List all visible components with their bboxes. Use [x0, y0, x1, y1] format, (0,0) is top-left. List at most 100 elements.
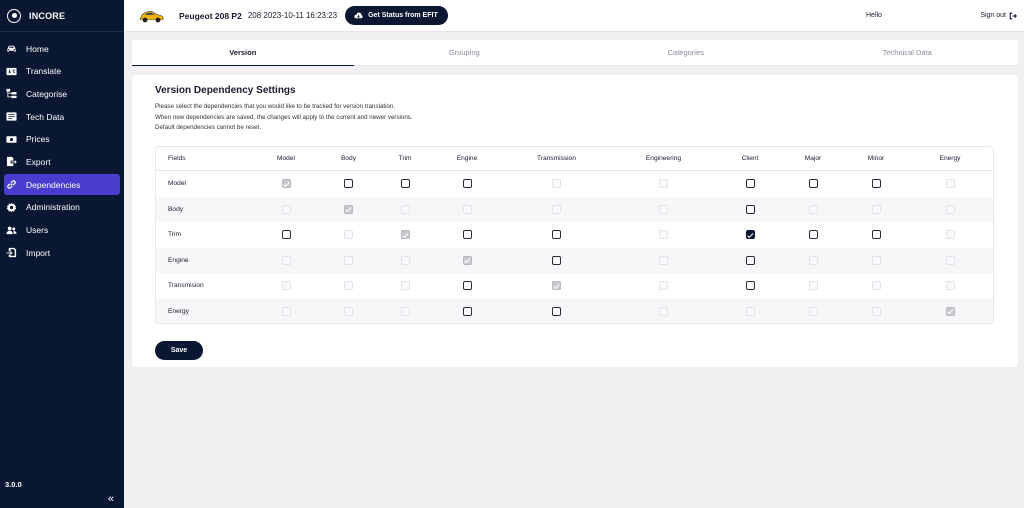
card-title: Version Dependency Settings [155, 85, 296, 96]
matrix-cell [719, 299, 781, 324]
app-version: 3.0.0 [5, 480, 22, 489]
matrix-cell [316, 197, 381, 223]
dependency-checkbox-energy-engineering [659, 306, 668, 316]
dependency-checkbox-trim-engineering [659, 230, 668, 240]
version-dependency-card: Version Dependency Settings Please selec… [132, 75, 1018, 367]
dependency-checkbox-model-engine[interactable] [462, 179, 472, 189]
save-button[interactable]: Save [155, 341, 203, 360]
dependency-checkbox-transmision-trim [400, 281, 410, 291]
dependency-checkbox-trim-transmission[interactable] [552, 230, 561, 240]
sidebar-item-prices[interactable]: Prices [4, 129, 120, 150]
matrix-cell [781, 171, 845, 197]
matrix-cell [316, 273, 381, 299]
dependency-checkbox-model-body[interactable] [344, 179, 353, 189]
matrix-cell [505, 171, 608, 197]
dependency-checkbox-model-model [281, 179, 291, 189]
sidebar-item-label: Import [26, 247, 51, 258]
column-header-engineering: Engineering [645, 155, 682, 162]
row-field-label: Body [168, 205, 184, 213]
dependency-checkbox-transmision-model [281, 281, 291, 291]
dependency-checkbox-energy-client [745, 306, 755, 316]
matrix-cell [719, 222, 781, 248]
sidebar-item-label: Dependencies [26, 179, 81, 190]
dependency-checkbox-model-trim[interactable] [400, 179, 410, 189]
dependency-checkbox-model-major[interactable] [808, 179, 818, 189]
sidebar-item-import[interactable]: Import [4, 242, 120, 263]
column-header-fields: Fields [168, 155, 186, 162]
dependency-checkbox-engine-transmission[interactable] [552, 255, 561, 265]
matrix-cell [781, 222, 845, 248]
dependency-checkbox-model-energy [945, 179, 955, 189]
dependency-checkbox-energy-engine[interactable] [462, 306, 472, 316]
get-status-efit-label: Get Status from EFIT [368, 12, 438, 19]
car-name: Peugeot 208 P2 [179, 10, 242, 21]
matrix-cell [256, 248, 316, 274]
matrix-cell [845, 248, 907, 274]
document-icon [6, 111, 17, 122]
column-header-energy: Energy [939, 155, 961, 162]
matrix-cell [907, 273, 993, 299]
incore-logo-icon [7, 8, 21, 23]
matrix-cell [719, 171, 781, 197]
sidebar-item-users[interactable]: Users [4, 220, 120, 241]
dependency-checkbox-trim-model[interactable] [281, 230, 291, 240]
sidebar-item-categorise[interactable]: Categorise [4, 83, 120, 104]
dependency-checkbox-model-client[interactable] [745, 179, 755, 189]
column-header-engine: Engine [456, 155, 478, 162]
matrix-cell [505, 197, 608, 223]
dependency-checkbox-trim-minor[interactable] [871, 230, 881, 240]
hierarchy-icon [6, 88, 17, 99]
dependency-checkbox-trim-major[interactable] [808, 230, 818, 240]
get-status-efit-button[interactable]: Get Status from EFIT [345, 6, 448, 25]
matrix-cell [781, 248, 845, 274]
dependency-checkbox-energy-transmission[interactable] [552, 306, 561, 316]
dependency-checkbox-transmision-client[interactable] [745, 281, 755, 291]
dependency-checkbox-body-client[interactable] [745, 204, 755, 214]
sign-out-button[interactable]: Sign out [980, 12, 1017, 20]
tab-grouping[interactable]: Grouping [353, 40, 575, 66]
matrix-cell [608, 248, 719, 274]
sidebar-item-home[interactable]: Home [4, 38, 120, 59]
row-field-label: Transmision [168, 282, 204, 290]
table-row: Transmision [156, 273, 993, 299]
sign-out-icon [1009, 12, 1017, 19]
tab-categories[interactable]: Categories [575, 40, 797, 66]
sidebar-item-tech-data[interactable]: Tech Data [4, 106, 120, 127]
dependency-checkbox-transmision-engine[interactable] [462, 281, 472, 291]
sidebar-item-translate[interactable]: Translate [4, 61, 120, 82]
sidebar-item-export[interactable]: Export [4, 151, 120, 172]
export-icon [6, 156, 17, 167]
matrix-cell [505, 273, 608, 299]
dependency-checkbox-body-body [344, 204, 353, 214]
dependency-checkbox-engine-client[interactable] [745, 255, 755, 265]
matrix-cell [907, 222, 993, 248]
sidebar-item-dependencies[interactable]: Dependencies [4, 174, 120, 196]
dependency-checkbox-body-major [808, 204, 818, 214]
dependency-checkbox-engine-major [808, 255, 818, 265]
dependency-checkbox-body-energy [945, 204, 955, 214]
dependency-checkbox-energy-minor [871, 306, 881, 316]
matrix-cell [381, 197, 429, 223]
matrix-header-row: Fields Model Body Trim Engine Transmission Eng… [156, 147, 993, 171]
dependency-checkbox-body-model [281, 204, 291, 214]
tab-version[interactable]: Version [132, 40, 354, 66]
collapse-sidebar-icon[interactable]: « [108, 493, 114, 505]
matrix-cell [845, 171, 907, 197]
brand[interactable]: INCORE [0, 0, 124, 32]
dependency-checkbox-energy-energy [945, 306, 955, 316]
sign-out-label: Sign out [980, 12, 1006, 19]
tab-technical-data[interactable]: Technical Data [796, 40, 1018, 66]
dependency-checkbox-model-minor[interactable] [871, 179, 881, 189]
dependency-checkbox-model-engineering [659, 179, 668, 189]
dependency-checkbox-engine-body [344, 255, 353, 265]
sidebar-item-administration[interactable]: Administration [4, 197, 120, 218]
sidebar-item-label: Categorise [26, 88, 68, 99]
matrix-cell [608, 299, 719, 324]
dependency-checkbox-trim-client[interactable] [745, 230, 755, 240]
matrix-cell [316, 299, 381, 324]
matrix-cell [429, 248, 505, 274]
dependency-checkbox-trim-engine[interactable] [462, 230, 472, 240]
matrix-cell [316, 248, 381, 274]
dependency-checkbox-engine-engine [462, 255, 472, 265]
matrix-cell [608, 197, 719, 223]
